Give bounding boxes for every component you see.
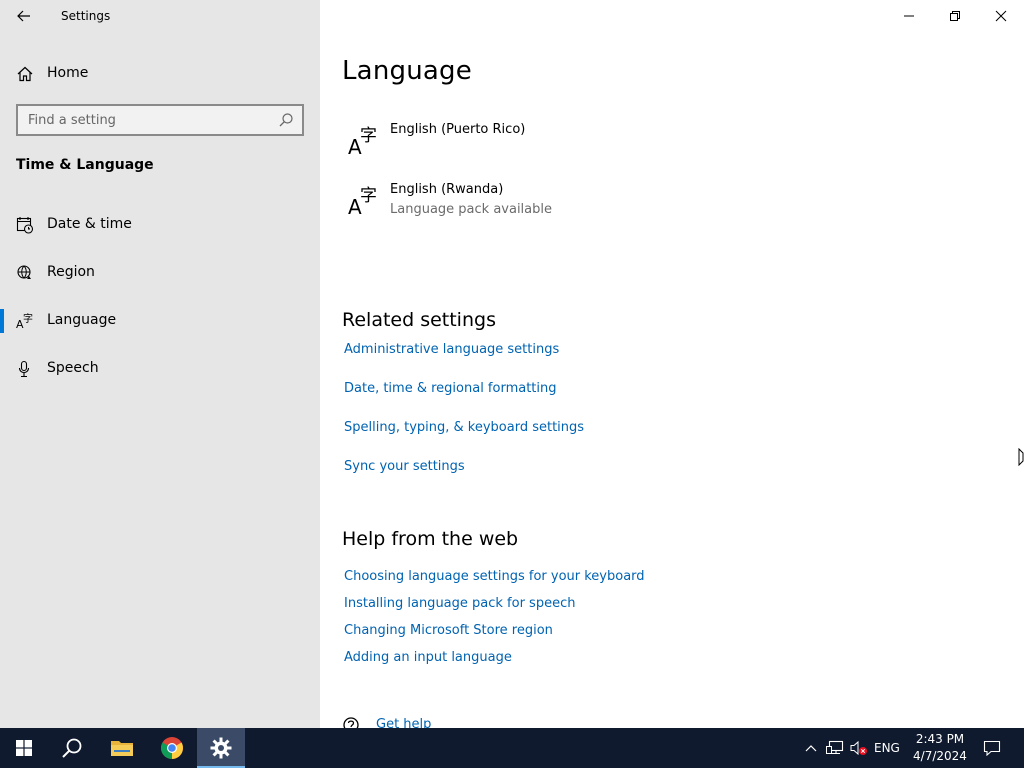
app-title: Settings <box>61 9 111 23</box>
language-icon: A 字 <box>16 312 33 330</box>
microphone-icon <box>18 360 30 378</box>
sidebar-item-speech[interactable]: Speech <box>0 349 320 389</box>
search-input[interactable] <box>18 106 268 134</box>
svg-text:字: 字 <box>360 126 377 146</box>
action-center-button[interactable] <box>978 728 1006 768</box>
chrome-button[interactable] <box>148 728 196 768</box>
gear-icon <box>210 737 232 759</box>
start-button[interactable] <box>0 728 48 768</box>
page-title: Language <box>342 56 472 86</box>
titlebar-left: Settings <box>0 0 320 32</box>
get-help-link[interactable]: Get help <box>342 714 542 728</box>
section-title: Time & Language <box>16 157 154 173</box>
network-button[interactable] <box>823 728 847 768</box>
link-sync-settings[interactable]: Sync your settings <box>344 459 465 474</box>
get-help-label: Get help <box>376 717 432 728</box>
restore-button[interactable] <box>932 0 978 32</box>
link-adding-input-language[interactable]: Adding an input language <box>344 650 512 665</box>
input-language-indicator[interactable]: ENG <box>874 741 900 755</box>
link-date-time-regional-formatting[interactable]: Date, time & regional formatting <box>344 381 557 396</box>
file-explorer-button[interactable] <box>98 728 146 768</box>
svg-text:字: 字 <box>23 312 33 325</box>
settings-taskbar-button[interactable] <box>197 728 245 768</box>
search-icon[interactable] <box>278 112 294 128</box>
home-icon <box>17 66 33 82</box>
notification-icon <box>983 740 1001 756</box>
minimize-button[interactable] <box>886 0 932 32</box>
language-name: English (Rwanda) <box>390 182 504 197</box>
back-button[interactable] <box>8 2 40 30</box>
globe-icon <box>17 265 31 279</box>
taskbar: ENG 2:43 PM 4/7/2024 <box>0 728 1024 768</box>
sidebar-item-label: Speech <box>47 360 99 376</box>
sidebar-item-language[interactable]: A 字 Language <box>0 301 320 341</box>
close-button[interactable] <box>978 0 1024 32</box>
sidebar-item-date-time[interactable]: Date & time <box>0 205 320 245</box>
back-arrow-icon <box>17 10 30 22</box>
language-status: Language pack available <box>390 202 552 217</box>
network-icon <box>826 740 844 755</box>
help-from-web-heading: Help from the web <box>342 528 519 550</box>
language-item-puerto-rico[interactable]: A 字 English (Puerto Rico) <box>342 122 742 172</box>
volume-muted-icon <box>850 740 867 756</box>
language-icon: A 字 <box>348 186 377 216</box>
search-icon <box>62 738 82 758</box>
folder-icon <box>111 741 133 756</box>
chevron-up-icon <box>805 745 817 752</box>
link-choosing-keyboard-language[interactable]: Choosing language settings for your keyb… <box>344 569 645 584</box>
language-icon: A 字 <box>348 126 377 156</box>
mouse-cursor-icon <box>1018 448 1024 466</box>
sidebar: Settings Home Time & Language Date & tim… <box>0 0 320 728</box>
nav-home[interactable]: Home <box>0 57 320 89</box>
taskbar-search-button[interactable] <box>48 728 96 768</box>
sidebar-item-label: Date & time <box>47 216 132 232</box>
windows-logo-icon <box>16 740 32 756</box>
chrome-icon <box>161 737 183 759</box>
sidebar-item-label: Language <box>47 312 117 328</box>
sidebar-item-label: Region <box>47 264 95 280</box>
link-changing-store-region[interactable]: Changing Microsoft Store region <box>344 623 553 638</box>
active-indicator <box>0 309 4 333</box>
help-chat-icon <box>343 717 359 728</box>
restore-icon <box>950 11 960 21</box>
link-administrative-language-settings[interactable]: Administrative language settings <box>344 342 559 357</box>
minimize-icon <box>904 15 914 17</box>
clock-time: 2:43 PM <box>915 732 965 746</box>
calendar-clock-icon <box>16 217 34 234</box>
show-hidden-icons-button[interactable] <box>800 728 822 768</box>
search-box[interactable] <box>16 104 304 136</box>
language-item-rwanda[interactable]: A 字 English (Rwanda) Language pack avail… <box>342 182 742 232</box>
link-spelling-typing-keyboard[interactable]: Spelling, typing, & keyboard settings <box>344 420 584 435</box>
volume-button[interactable] <box>848 728 870 768</box>
svg-text:字: 字 <box>360 186 377 206</box>
language-name: English (Puerto Rico) <box>390 122 526 137</box>
close-icon <box>995 10 1007 22</box>
clock[interactable]: 2:43 PM 4/7/2024 <box>906 731 974 765</box>
clock-date: 4/7/2024 <box>913 749 967 763</box>
sidebar-item-region[interactable]: Region <box>0 253 320 293</box>
home-label: Home <box>47 65 89 81</box>
link-installing-speech-pack[interactable]: Installing language pack for speech <box>344 596 575 611</box>
related-settings-heading: Related settings <box>342 309 496 331</box>
